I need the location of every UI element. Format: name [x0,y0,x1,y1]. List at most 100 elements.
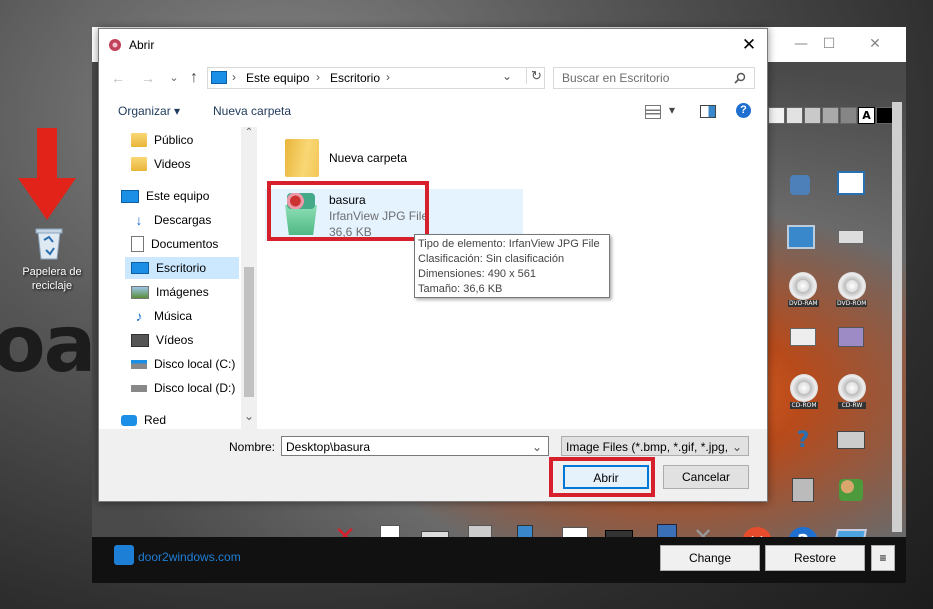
file-type-filter-select[interactable]: Image Files (*.bmp, *.gif, *.jpg, ⌄ [561,436,749,456]
organize-menu[interactable]: Organizar ▾ [118,104,180,118]
door2windows-logo-icon [114,545,134,565]
dialog-titlebar: Abrir ✕ [99,29,767,61]
up-button[interactable]: ↑ [185,69,203,87]
computer-icon [121,189,139,203]
address-row: ← → ⌄ ↑ › Este equipo › Escritorio › ⌄ ↻… [99,61,767,95]
highlight-box-open [549,457,655,497]
drive-icon [131,384,147,392]
scanner-icon[interactable] [836,224,866,250]
filename-label: Nombre: [229,440,276,454]
tooltip-type: Tipo de elemento: IrfanView JPG File [418,238,600,250]
palette-swatch[interactable] [768,107,785,124]
file-name: Nueva carpeta [329,151,408,165]
breadcrumb-separator: › [232,70,236,84]
palette-swatch-text[interactable]: A [858,107,875,124]
printer-2-icon[interactable] [836,427,866,453]
nav-item-descargas[interactable]: ↓ Descargas [131,209,239,231]
address-bar[interactable]: › Este equipo › Escritorio › ⌄ ↻ [207,67,545,89]
computer-icon [211,71,227,84]
nav-item-imagenes[interactable]: Imágenes [131,281,239,303]
tooltip-rating: Clasificación: Sin clasificación [418,253,565,265]
folder-icon [131,157,147,171]
floppy-printer-icon[interactable] [836,324,866,350]
window-icon[interactable] [836,170,866,196]
logo-text[interactable]: door2windows.com [138,550,241,564]
file-item-nueva-carpeta[interactable]: Nueva carpeta [265,133,455,181]
palette-swatch[interactable] [804,107,821,124]
maximize-button[interactable]: ☐ [806,31,852,57]
tooltip-size: Tamaño: 36,6 KB [418,283,503,295]
music-icon: ♪ [135,308,143,324]
search-input[interactable]: Buscar en Escritorio [562,71,669,85]
nav-item-musica[interactable]: ♪ Música [131,305,239,327]
recycle-bin-label[interactable]: Papelera de reciclaje [12,265,92,293]
view-options-dropdown[interactable]: ▾ [669,103,675,117]
drive-icon [131,359,147,369]
breadcrumb-separator: › [316,70,320,84]
open-dialog: Abrir ✕ ← → ⌄ ↑ › Este equipo › Escritor… [98,28,768,502]
palette-swatch[interactable] [822,107,839,124]
dialog-close-button[interactable]: ✕ [735,33,763,57]
nav-item-videos-library[interactable]: Vídeos [131,329,239,351]
users-icon[interactable] [836,477,866,503]
palette-swatch[interactable] [840,107,857,124]
recent-locations-button[interactable]: ⌄ [165,69,183,87]
unknown-drive-icon[interactable]: ? [788,427,818,453]
pictures-icon [131,285,149,299]
dvd-ram-icon[interactable]: DVD-RAM [788,272,819,307]
restore-button[interactable]: Restore [765,545,865,571]
palette-swatch[interactable] [876,107,893,124]
app-scrollbar[interactable] [892,102,902,532]
address-dropdown-button[interactable]: ⌄ [502,69,512,83]
navigation-pane: Público Videos Este equipo ↓ Descargas Do… [99,127,241,429]
breadcrumb-este-equipo[interactable]: Este equipo [246,71,309,85]
folder-icon [131,133,147,147]
lock-camera-icon[interactable] [788,477,818,503]
download-icon: ↓ [135,212,143,228]
nav-item-videos[interactable]: Videos [131,153,239,175]
scroll-down-button[interactable]: ⌄ [243,409,255,423]
filename-input[interactable]: Desktop\basura ⌄ [281,436,549,456]
change-view-icon[interactable] [645,105,661,119]
dialog-toolbar: Organizar ▾ Nueva carpeta ▾ ? [99,95,767,128]
filter-dropdown-arrow[interactable]: ⌄ [731,437,742,455]
preview-pane-icon[interactable] [700,105,716,118]
help-button[interactable]: ? [736,103,751,118]
refresh-button[interactable]: ↻ [526,68,542,84]
nav-item-disco-d[interactable]: Disco local (D:) [131,377,239,399]
back-button[interactable]: ← [109,69,127,87]
breadcrumb-separator: › [386,70,390,84]
recycle-bin-icon[interactable] [34,226,64,260]
app-menu-button[interactable]: ≡ [871,545,895,571]
red-arrow-down-icon [18,128,76,220]
video-icon [131,333,149,347]
scroll-up-button[interactable]: ⌃ [243,127,255,139]
forward-button[interactable]: → [139,69,157,87]
dialog-bottom-bar: Nombre: Desktop\basura ⌄ Image Files (*.… [99,429,767,501]
nav-item-disco-c[interactable]: Disco local (C:) [131,353,239,375]
printer-icon[interactable] [788,324,818,350]
settings-shapes-icon[interactable] [785,172,815,198]
nav-item-publico[interactable]: Público [131,129,239,151]
scroll-thumb[interactable] [244,267,254,397]
new-folder-button[interactable]: Nueva carpeta [213,104,291,118]
control-panel-icon[interactable] [786,224,816,250]
cancel-button[interactable]: Cancelar [663,465,749,489]
folder-icon [285,139,319,177]
palette-swatch[interactable] [786,107,803,124]
dvd-rom-icon[interactable]: DVD-ROM [836,272,868,307]
nav-item-red[interactable]: Red [121,409,239,431]
breadcrumb-escritorio[interactable]: Escritorio [330,71,380,85]
app-close-button[interactable]: ✕ [852,31,898,57]
change-button[interactable]: Change [660,545,760,571]
nav-item-escritorio[interactable]: Escritorio [125,257,239,279]
network-icon [121,414,137,426]
cd-rom-icon[interactable]: CD-ROM [790,374,818,409]
nav-item-este-equipo[interactable]: Este equipo [121,185,239,207]
search-box[interactable]: Buscar en Escritorio [553,67,755,89]
filename-dropdown-arrow[interactable]: ⌄ [532,437,542,457]
cd-rw-icon[interactable]: CD-RW [838,374,866,409]
nav-item-documentos[interactable]: Documentos [131,233,239,255]
navigation-scrollbar[interactable]: ⌃ ⌄ [241,127,257,429]
irfanview-app-icon [109,39,121,51]
